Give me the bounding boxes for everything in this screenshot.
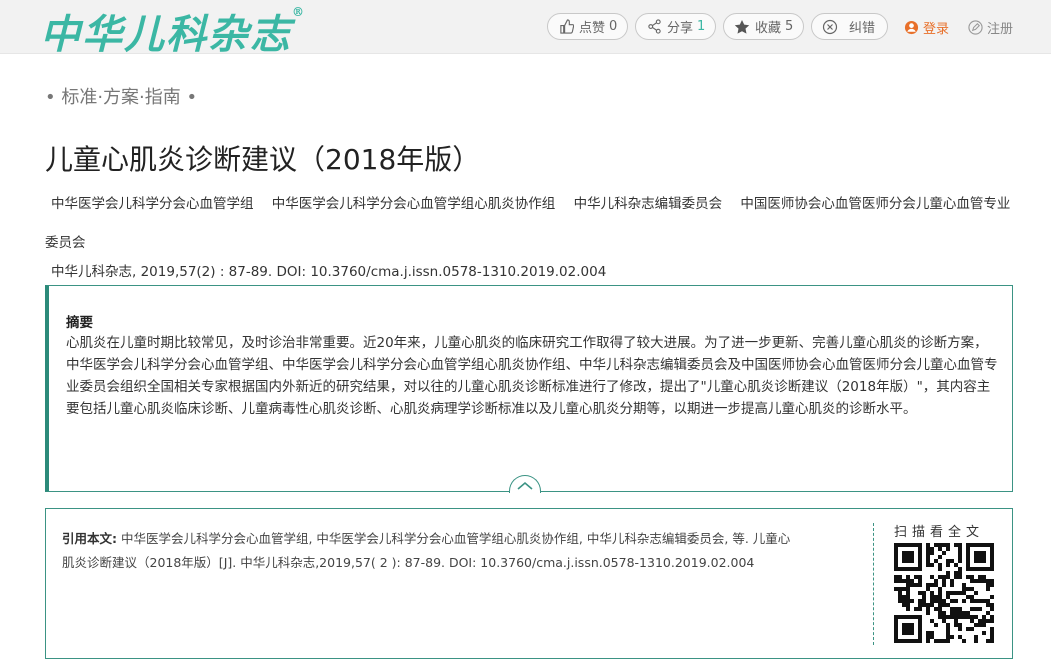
chevron-up-icon — [516, 475, 534, 494]
registered-mark: ® — [292, 4, 306, 19]
like-count: 0 — [609, 19, 618, 34]
pencil-icon — [968, 20, 983, 35]
report-label: 纠错 — [849, 21, 876, 36]
journal-logo[interactable]: 中华儿科杂志® — [40, 2, 306, 60]
scan-label: 扫描看全文 — [894, 525, 985, 540]
citation-box: 引用本文: 中华医学会儿科学分会心血管学组, 中华医学会儿科学分会心血管学组心肌… — [45, 508, 1013, 659]
favorite-count: 5 — [785, 19, 794, 34]
share-button[interactable]: 分享 1 — [635, 13, 717, 40]
report-icon — [822, 19, 838, 35]
register-label: 注册 — [987, 22, 1014, 37]
favorite-label: 收藏 — [755, 21, 782, 36]
author-link[interactable]: 中华医学会儿科学分会心血管学组 — [51, 196, 254, 212]
abstract-heading: 摘要 — [66, 315, 93, 331]
top-bar: 中华儿科杂志® 点赞 0 分享 1 收藏 5 纠错 登录 注册 — [0, 0, 1051, 58]
journal-citation-line: 中华儿科杂志, 2019,57(2) : 87-89. DOI: 10.3760… — [51, 264, 607, 280]
login-label: 登录 — [923, 22, 950, 37]
author-list: 中华医学会儿科学分会心血管学组 中华医学会儿科学分会心血管学组心肌炎协作组 中华… — [45, 185, 1015, 263]
section-label: • 标准·方案·指南 • — [45, 87, 198, 108]
like-button[interactable]: 点赞 0 — [547, 13, 629, 40]
report-error-button[interactable]: 纠错 — [811, 13, 888, 40]
share-icon — [646, 19, 662, 35]
citation-label: 引用本文: — [62, 531, 117, 546]
favorite-button[interactable]: 收藏 5 — [723, 13, 805, 40]
citation-text: 中华医学会儿科学分会心血管学组, 中华医学会儿科学分会心血管学组心肌炎协作组, … — [62, 531, 791, 570]
author-link[interactable]: 中华医学会儿科学分会心血管学组心肌炎协作组 — [272, 196, 556, 212]
citation-text-block: 引用本文: 中华医学会儿科学分会心血管学组, 中华医学会儿科学分会心血管学组心肌… — [62, 527, 802, 575]
user-icon — [904, 20, 919, 35]
citation-divider — [873, 523, 874, 645]
article-title: 儿童心肌炎诊断建议（2018年版） — [45, 143, 481, 176]
share-label: 分享 — [667, 21, 694, 36]
abstract-box: 摘要 心肌炎在儿童时期比较常见，及时诊治非常重要。近20年来，儿童心肌炎的临床研… — [45, 285, 1013, 492]
like-label: 点赞 — [579, 21, 606, 36]
share-count: 1 — [697, 19, 706, 34]
qr-code-icon[interactable] — [894, 543, 994, 643]
register-link[interactable]: 注册 — [968, 18, 1013, 37]
star-icon — [734, 19, 750, 35]
logo-text: 中华儿科杂志 — [40, 11, 292, 58]
author-link[interactable]: 中华儿科杂志编辑委员会 — [574, 196, 723, 212]
thumbs-up-icon — [558, 19, 574, 35]
abstract-text: 心肌炎在儿童时期比较常见，及时诊治非常重要。近20年来，儿童心肌炎的临床研究工作… — [66, 335, 998, 417]
login-link[interactable]: 登录 — [904, 18, 949, 37]
